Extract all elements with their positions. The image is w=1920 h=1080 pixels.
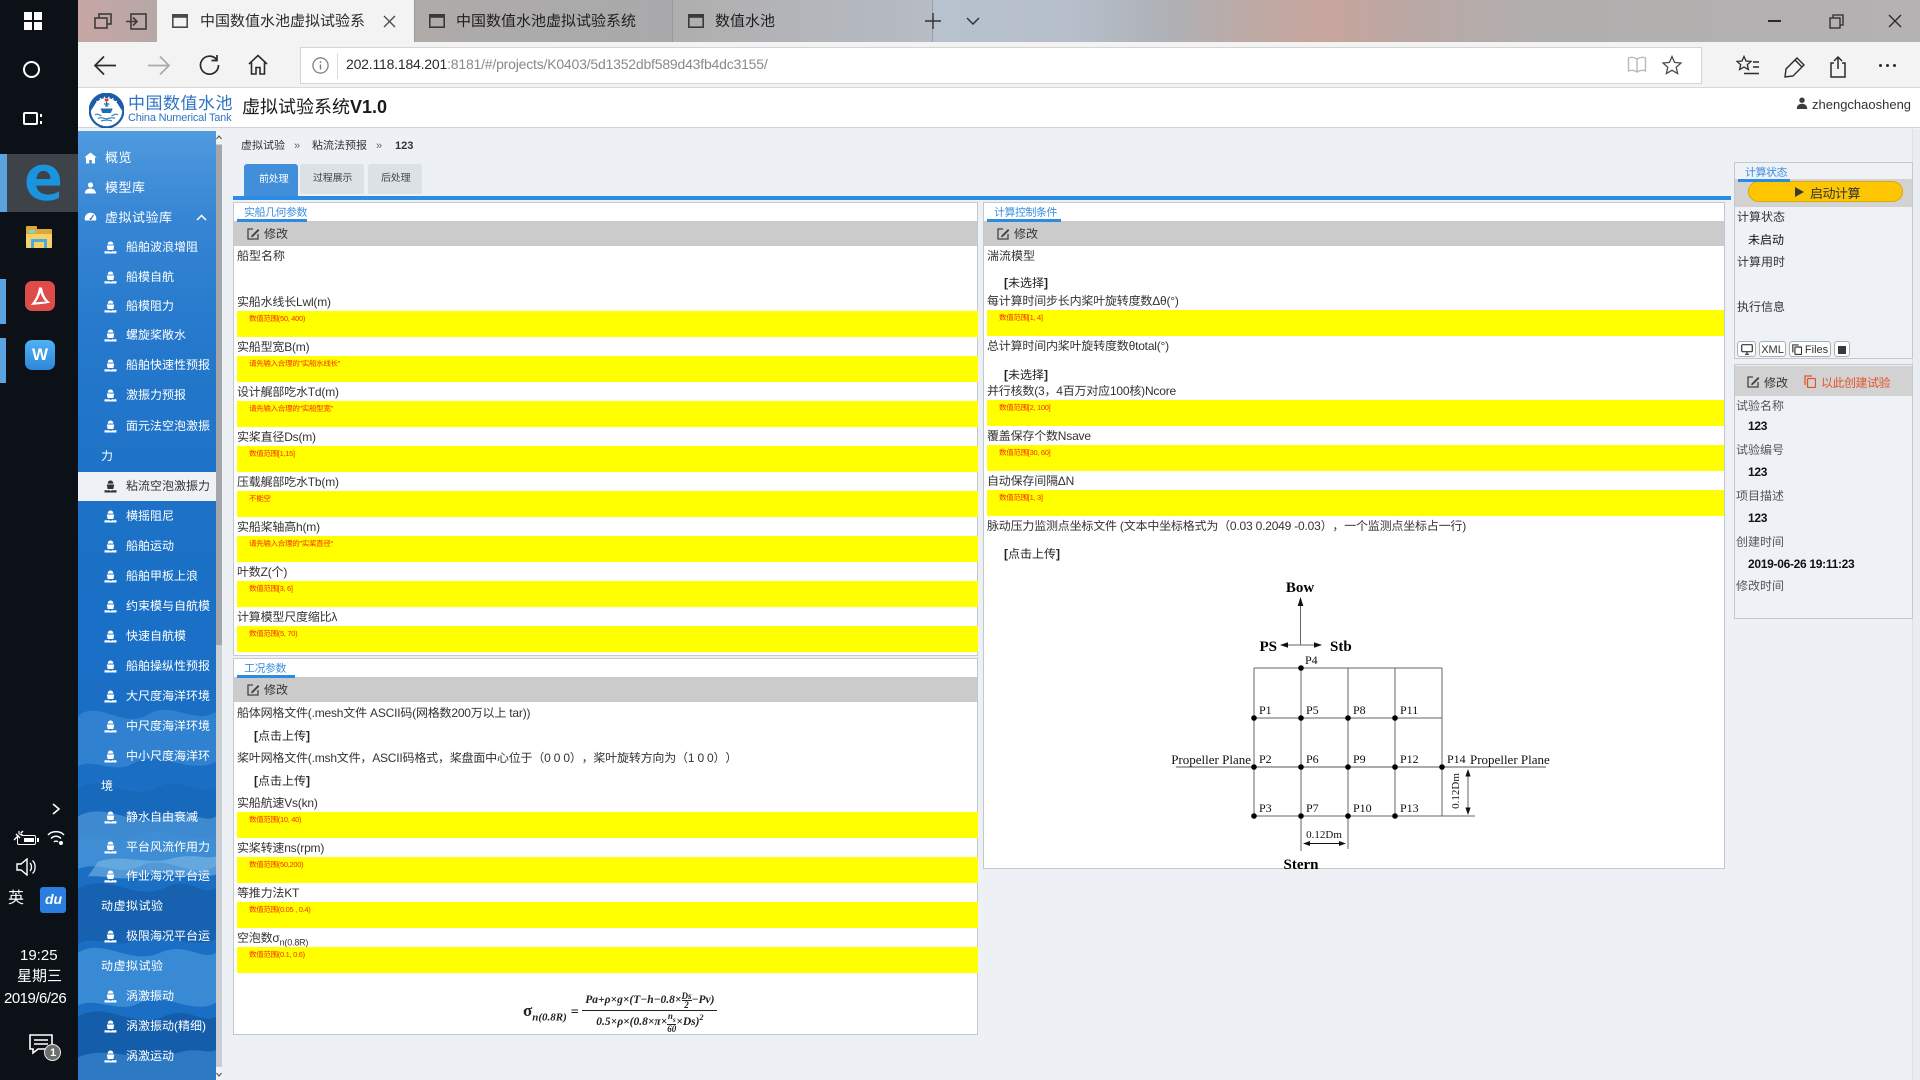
svg-text:Stb: Stb	[1330, 639, 1352, 655]
svg-text:P4: P4	[1305, 653, 1318, 667]
svg-text:P10: P10	[1353, 801, 1372, 815]
svg-text:0.12Dm: 0.12Dm	[1306, 829, 1342, 841]
svg-text:Stern: Stern	[1284, 857, 1320, 873]
svg-text:0.12Dm: 0.12Dm	[1450, 773, 1462, 809]
svg-text:P12: P12	[1400, 752, 1419, 766]
svg-text:Bow: Bow	[1286, 580, 1315, 596]
svg-text:P14: P14	[1447, 752, 1466, 766]
svg-text:P5: P5	[1306, 703, 1319, 717]
svg-text:P2: P2	[1259, 752, 1272, 766]
svg-text:P6: P6	[1306, 752, 1319, 766]
svg-text:P1: P1	[1259, 703, 1272, 717]
svg-text:PS: PS	[1259, 639, 1277, 655]
svg-text:P11: P11	[1400, 703, 1418, 717]
svg-text:P8: P8	[1353, 703, 1366, 717]
svg-text:Propeller Plane: Propeller Plane	[1470, 752, 1550, 767]
svg-text:Propeller Plane: Propeller Plane	[1171, 752, 1251, 767]
svg-text:P3: P3	[1259, 801, 1272, 815]
svg-text:P13: P13	[1400, 801, 1419, 815]
svg-text:P9: P9	[1353, 752, 1366, 766]
svg-text:P7: P7	[1306, 801, 1319, 815]
